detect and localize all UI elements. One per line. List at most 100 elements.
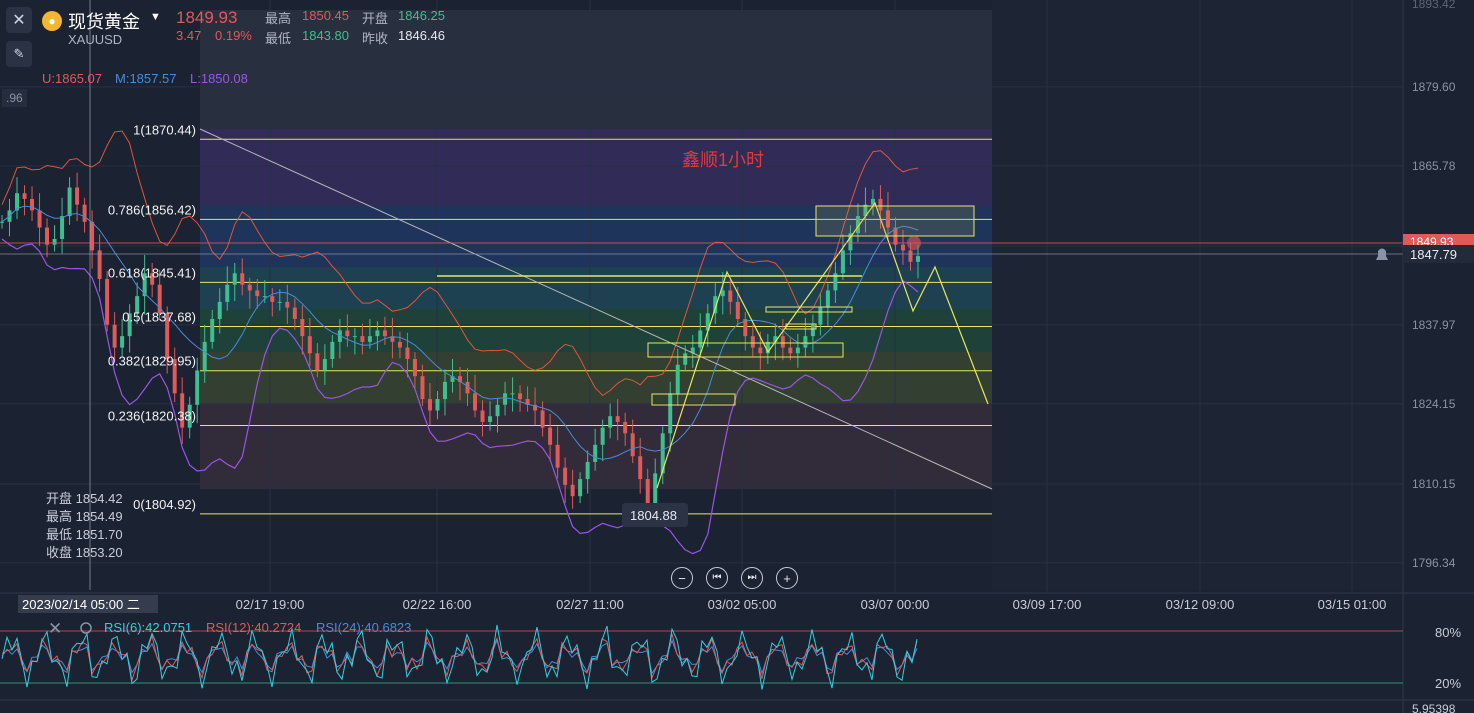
rsi-80-label: 80% — [1435, 625, 1461, 640]
candle-body-78 — [585, 461, 590, 480]
price-tick-3: 1837.97 — [1412, 318, 1456, 332]
candle-body-80 — [600, 427, 605, 445]
candle-body-7 — [52, 238, 57, 245]
high-value: 1850.45 — [302, 8, 349, 23]
candle-body-42 — [315, 353, 320, 371]
candle-body-82 — [615, 416, 620, 422]
rsi-6-label: RSI(6):42.0751 — [104, 620, 192, 635]
top-partial-tick: 1893.42 — [1412, 0, 1456, 11]
current-price-dot — [907, 236, 921, 250]
ohlc-open: 开盘 1854.42 — [46, 491, 123, 506]
candle-body-107 — [803, 336, 808, 348]
scroll-end-button[interactable]: ⏭ — [741, 567, 763, 589]
last-price: 1849.93 — [176, 8, 238, 27]
candle-body-26 — [195, 370, 200, 405]
candle-body-90 — [675, 364, 680, 394]
candle-body-16 — [120, 336, 125, 348]
candle-body-34 — [255, 290, 260, 297]
close-button[interactable]: ✕ — [6, 7, 32, 33]
candle-body-13 — [97, 250, 102, 279]
candle-body-36 — [270, 296, 275, 302]
time-tick-0: 02/17 19:00 — [236, 597, 305, 612]
candle-body-9 — [67, 187, 72, 217]
time-tick-3: 03/02 05:00 — [708, 597, 777, 612]
candle-body-40 — [300, 319, 305, 337]
candle-body-63 — [473, 393, 478, 411]
instrument-title[interactable]: 现货黄金 — [68, 8, 140, 34]
candle-body-67 — [503, 393, 508, 405]
time-tick-6: 03/12 09:00 — [1166, 597, 1235, 612]
candle-body-54 — [405, 347, 410, 360]
candle-body-43 — [322, 359, 327, 371]
candle-body-97 — [728, 290, 733, 302]
fib-label-2: 0.618(1845.41) — [108, 265, 196, 280]
candle-body-89 — [668, 393, 673, 434]
candle-body-59 — [442, 381, 447, 400]
candle-body-48 — [360, 336, 365, 342]
fib-zone-4 — [200, 267, 992, 309]
candle-body-50 — [375, 330, 380, 337]
candle-body-66 — [495, 404, 500, 417]
close-rsi-icon[interactable]: ✕ — [48, 619, 62, 638]
chart-root: 1879.601865.781851.781837.971824.151810.… — [0, 0, 1474, 713]
candle-body-3 — [22, 193, 27, 199]
candle-body-101 — [758, 347, 763, 354]
zoom-out-button[interactable]: − — [671, 567, 693, 589]
candle-body-35 — [262, 296, 267, 298]
candle-body-121 — [908, 250, 913, 262]
ohlc-close: 收盘 1853.20 — [46, 545, 123, 560]
dropdown-icon[interactable]: ▼ — [150, 11, 161, 23]
candle-body-122 — [916, 256, 920, 262]
candle-body-57 — [427, 399, 432, 411]
candle-body-12 — [90, 221, 95, 251]
candle-body-41 — [307, 336, 312, 354]
scroll-start-button[interactable]: ⏮ — [706, 567, 728, 589]
candle-body-109 — [818, 307, 823, 325]
candle-body-11 — [82, 204, 87, 222]
candle-body-47 — [352, 336, 357, 338]
candle-body-76 — [570, 484, 575, 497]
candle-body-31 — [232, 273, 237, 285]
boll-lower-label: L:1850.08 — [190, 71, 248, 86]
zoom-in-button[interactable]: + — [776, 567, 798, 589]
time-tick-4: 03/07 00:00 — [861, 597, 930, 612]
candle-body-15 — [112, 324, 117, 348]
candle-body-53 — [397, 341, 402, 348]
pen-icon: ✎ — [13, 46, 25, 61]
ohlc-low: 最低 1851.70 — [46, 527, 123, 542]
candle-body-72 — [540, 410, 545, 428]
candle-body-68 — [510, 393, 515, 395]
fib-labels: 1(1870.44) 0.786(1856.42) 0.618(1845.41) 0.… — [108, 122, 196, 512]
candle-body-93 — [698, 330, 703, 348]
ohlc-high: 最高 1854.49 — [46, 509, 123, 524]
time-tick-5: 03/09 17:00 — [1013, 597, 1082, 612]
boll-mid-label: M:1857.57 — [115, 71, 177, 86]
candle-body-98 — [735, 301, 740, 320]
gold-coin-icon: ● — [42, 11, 62, 31]
candle-body-91 — [683, 353, 688, 365]
draw-tool-button[interactable]: ✎ — [6, 41, 32, 67]
price-chart[interactable]: 1879.601865.781851.781837.971824.151810.… — [0, 0, 1474, 713]
candle-body-58 — [435, 399, 440, 411]
candle-body-100 — [750, 336, 755, 348]
candle-body-6 — [45, 227, 50, 245]
candle-body-5 — [37, 210, 42, 228]
candle-body-96 — [720, 290, 725, 297]
candle-body-37 — [277, 301, 282, 303]
price-tick-4: 1824.15 — [1412, 397, 1456, 411]
price-axis: 1879.601865.781851.781837.971824.151810.… — [1412, 80, 1456, 570]
price-tick-0: 1879.60 — [1412, 80, 1456, 94]
candle-body-74 — [555, 444, 560, 468]
fib-label-0: 1(1870.44) — [133, 122, 196, 137]
candle-body-83 — [623, 421, 628, 434]
low-point-tag: 1804.88 — [630, 508, 677, 523]
candle-body-104 — [780, 336, 785, 348]
bottom-partial-value: 5.95398 — [1412, 702, 1456, 713]
candle-body-84 — [630, 433, 635, 457]
future-area — [992, 0, 1403, 590]
price-change-pct: 0.19% — [215, 28, 252, 43]
rsi-24-label: RSI(24):40.6823 — [316, 620, 411, 635]
candle-body-108 — [810, 324, 815, 337]
candle-body-73 — [548, 427, 553, 445]
candle-body-79 — [593, 444, 598, 462]
